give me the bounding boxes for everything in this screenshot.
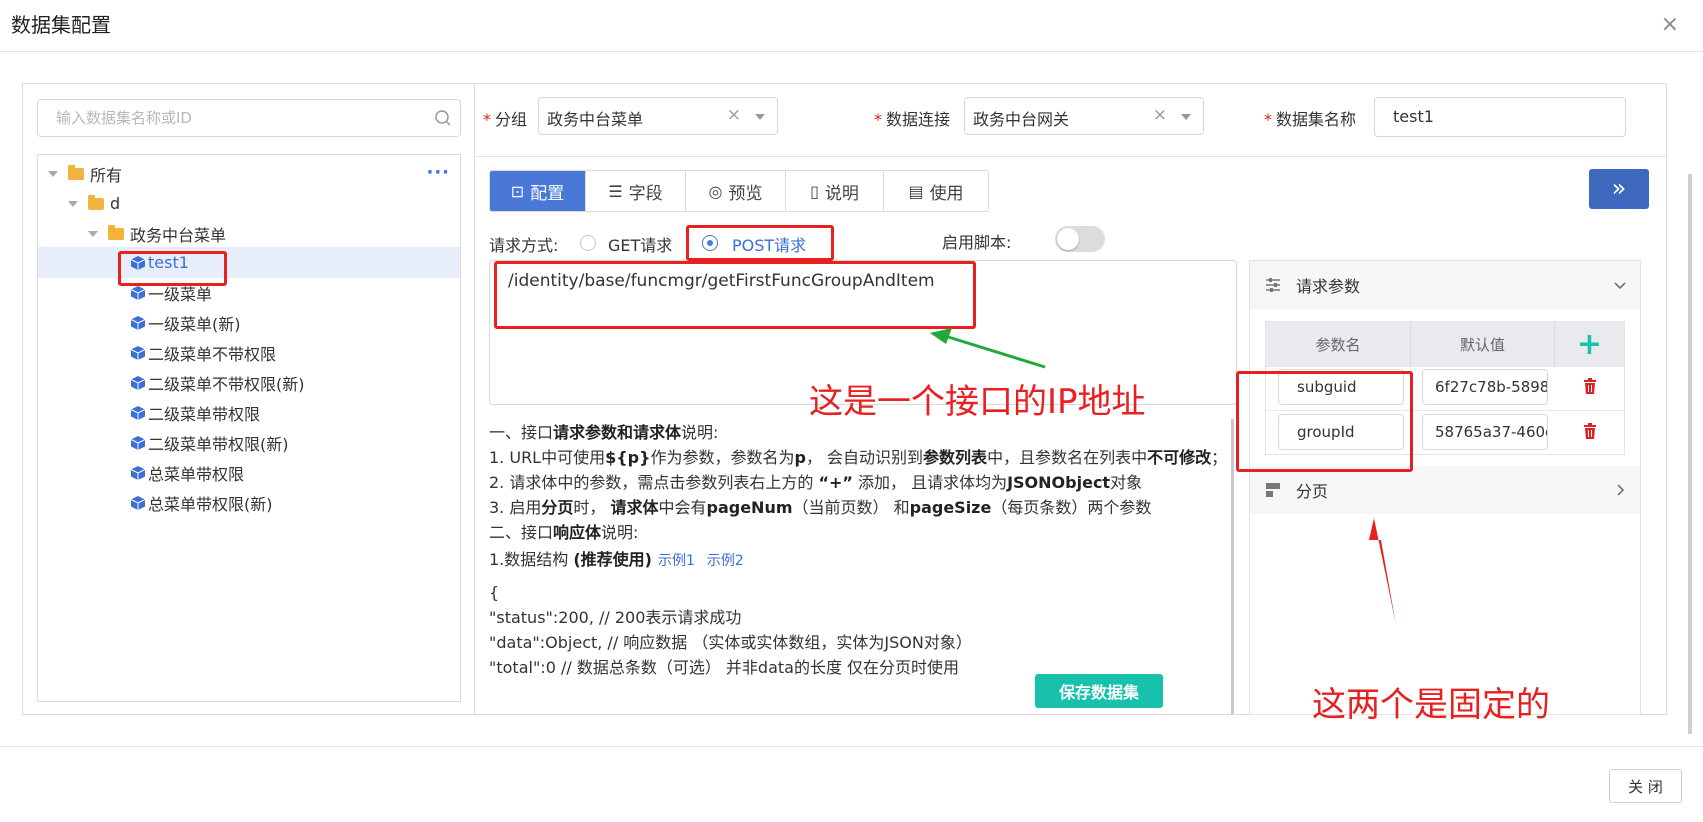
green-arrow-icon [944,334,1046,369]
red-arrow-icon [1369,518,1396,625]
green-arrowhead-icon [930,328,952,344]
annotation-arrows [930,328,1396,625]
